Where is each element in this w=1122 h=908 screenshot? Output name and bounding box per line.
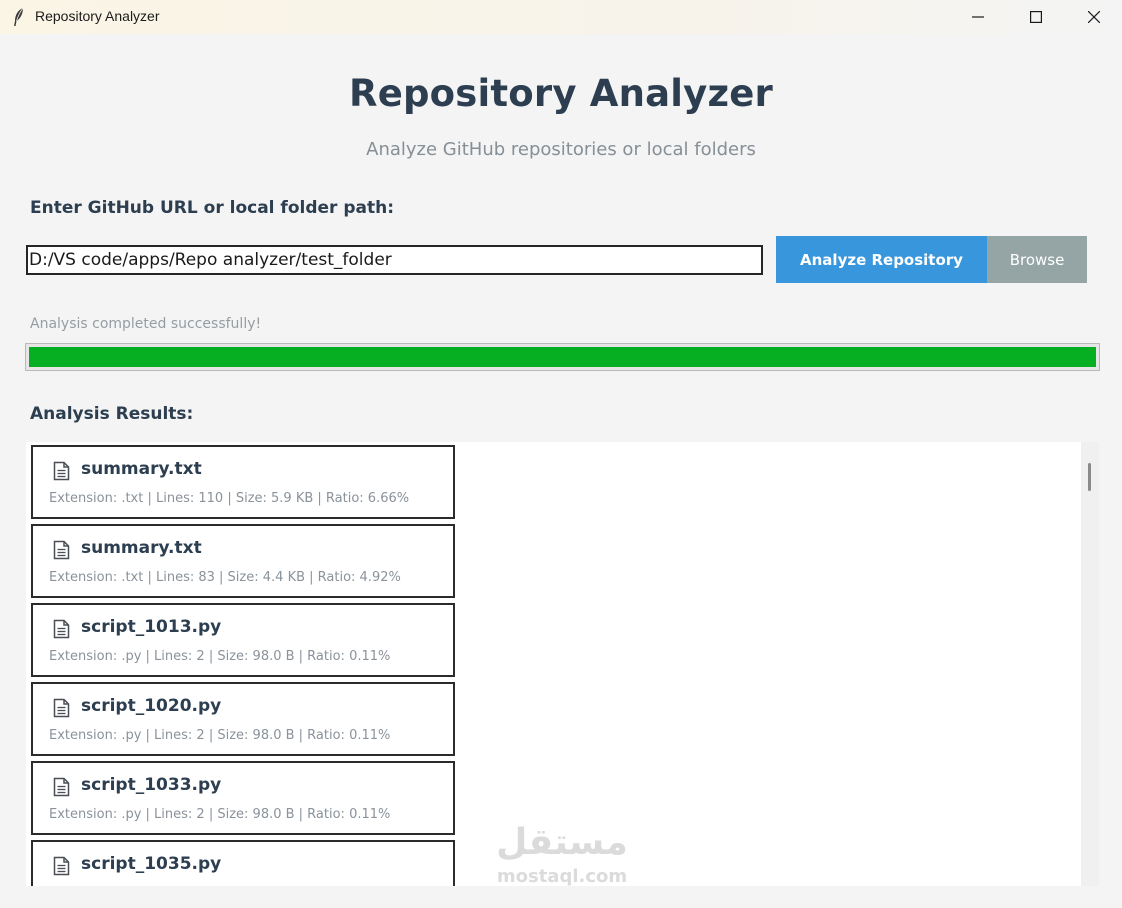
browse-button[interactable]: Browse bbox=[987, 236, 1087, 283]
document-icon bbox=[53, 698, 70, 718]
document-icon bbox=[53, 856, 70, 876]
minimize-button[interactable] bbox=[949, 0, 1007, 34]
file-name: summary.txt bbox=[81, 538, 202, 558]
document-icon bbox=[53, 540, 70, 560]
analyze-repository-button[interactable]: Analyze Repository bbox=[776, 236, 987, 283]
results-scrollbar[interactable] bbox=[1081, 442, 1099, 886]
results-list[interactable]: summary.txt Extension: .txt | Lines: 110 … bbox=[26, 442, 1081, 886]
feather-icon bbox=[14, 7, 24, 26]
path-input[interactable] bbox=[26, 245, 763, 275]
document-icon bbox=[53, 777, 70, 797]
result-file-card[interactable]: script_1013.py Extension: .py | Lines: 2 … bbox=[31, 603, 455, 677]
path-input-label: Enter GitHub URL or local folder path: bbox=[30, 198, 394, 218]
minimize-icon bbox=[972, 16, 984, 18]
file-meta: Extension: .py | Lines: 2 | Size: 98.0 B… bbox=[49, 649, 391, 664]
file-name: script_1013.py bbox=[81, 617, 222, 637]
result-file-card[interactable]: summary.txt Extension: .txt | Lines: 110 … bbox=[31, 445, 455, 519]
file-name: script_1020.py bbox=[81, 696, 222, 716]
document-icon bbox=[53, 619, 70, 639]
file-name: summary.txt bbox=[81, 459, 202, 479]
file-name: script_1035.py bbox=[81, 854, 222, 874]
result-file-card[interactable]: script_1035.py bbox=[31, 840, 455, 886]
results-heading: Analysis Results: bbox=[30, 404, 194, 424]
page-title: Repository Analyzer bbox=[349, 72, 773, 115]
maximize-button[interactable] bbox=[1007, 0, 1065, 34]
file-meta: Extension: .py | Lines: 2 | Size: 98.0 B… bbox=[49, 728, 391, 743]
file-meta: Extension: .txt | Lines: 110 | Size: 5.9… bbox=[49, 491, 410, 506]
result-file-card[interactable]: summary.txt Extension: .txt | Lines: 83 |… bbox=[31, 524, 455, 598]
file-name: script_1033.py bbox=[81, 775, 222, 795]
close-button[interactable] bbox=[1065, 0, 1122, 34]
status-message: Analysis completed successfully! bbox=[30, 316, 262, 332]
app-window: Repository Analyzer Repository Analyzer … bbox=[0, 0, 1122, 908]
page-subtitle: Analyze GitHub repositories or local fol… bbox=[366, 139, 756, 160]
result-file-card[interactable]: script_1033.py Extension: .py | Lines: 2 … bbox=[31, 761, 455, 835]
progress-fill bbox=[29, 347, 1096, 367]
window-title: Repository Analyzer bbox=[35, 8, 160, 24]
close-icon bbox=[1088, 11, 1100, 23]
file-meta: Extension: .py | Lines: 2 | Size: 98.0 B… bbox=[49, 807, 391, 822]
file-meta: Extension: .txt | Lines: 83 | Size: 4.4 … bbox=[49, 570, 401, 585]
scrollbar-thumb[interactable] bbox=[1088, 463, 1091, 491]
title-bar: Repository Analyzer bbox=[0, 0, 1122, 34]
maximize-icon bbox=[1030, 11, 1042, 23]
result-file-card[interactable]: script_1020.py Extension: .py | Lines: 2 … bbox=[31, 682, 455, 756]
document-icon bbox=[53, 461, 70, 481]
progress-bar bbox=[25, 343, 1100, 371]
